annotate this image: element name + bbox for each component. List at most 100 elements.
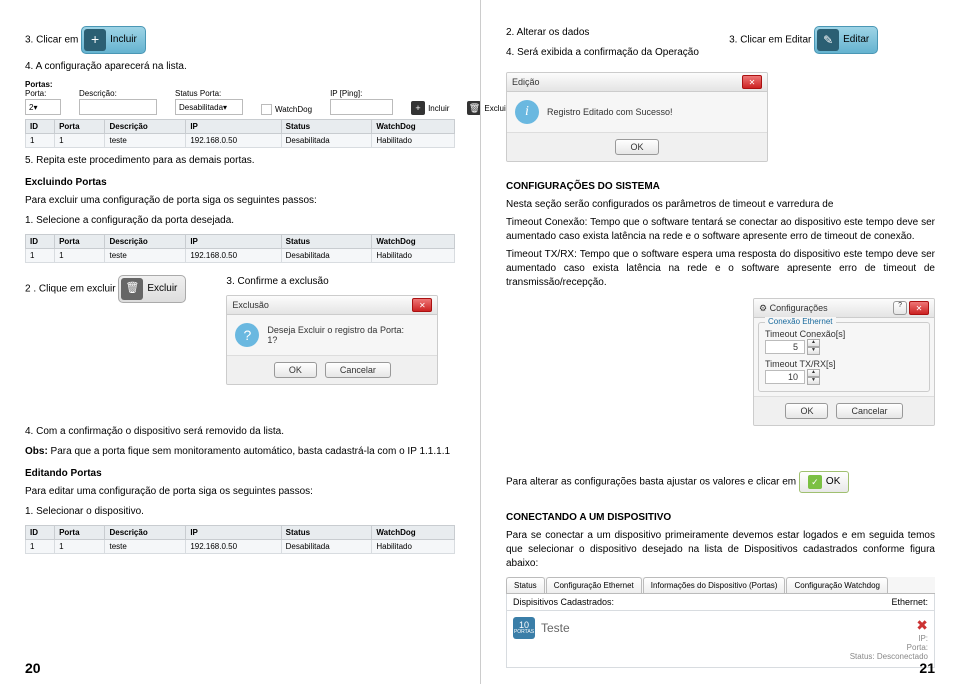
timeout-conn-stepper[interactable]: 5 ▲▼ <box>765 339 923 355</box>
descricao-input[interactable] <box>79 99 157 115</box>
col-porta: Porta <box>55 120 105 134</box>
dialog-text: Registro Editado com Sucesso! <box>547 107 673 117</box>
portas-table-1: ID Porta Descrição IP Status WatchDog 1 … <box>25 119 455 148</box>
step-4-conf-op: 4. Será exibida a confirmação da Operaçã… <box>506 46 712 60</box>
chevron-down-icon[interactable]: ▼ <box>807 347 820 355</box>
col-id: ID <box>26 120 55 134</box>
close-icon[interactable]: ✕ <box>742 75 762 89</box>
device-row[interactable]: 10PORTAS Teste ✖ IP: Porta: Status: Desc… <box>506 611 935 668</box>
obs-text: Para que a porta fique sem monitoramento… <box>48 446 450 457</box>
ethernet-label: Ethernet: <box>891 597 928 607</box>
step-3-click-editar: 3. Clicar em Editar ✎ Editar <box>729 26 935 54</box>
alterar-text: Para alterar as configurações basta ajus… <box>506 471 935 493</box>
page-left: 3. Clicar em + Incluir 4. A configuração… <box>0 0 480 684</box>
incluir-button[interactable]: + Incluir <box>81 26 146 54</box>
portas-form-figure: Portas: Porta: 2 ▾ Descrição: Status Por… <box>25 80 455 148</box>
disconnected-icon: ✖ <box>850 617 928 634</box>
step-4-removed: 4. Com a confirmação o dispositivo será … <box>25 425 455 439</box>
step-3-click-incluir: 3. Clicar em + Incluir <box>25 26 455 54</box>
step-1-select: 1. Selecione a configuração da porta des… <box>25 214 455 228</box>
ok-button[interactable]: OK <box>615 139 658 155</box>
col-ip: IP <box>186 120 281 134</box>
page-number: 20 <box>25 660 41 676</box>
dialog-title: Exclusão <box>232 300 269 310</box>
cfg-intro: Nesta seção serão configurados os parâme… <box>506 198 935 212</box>
excluindo-text: Para excluir uma configuração de porta s… <box>25 194 455 208</box>
question-icon: ? <box>235 323 259 347</box>
cancel-button[interactable]: Cancelar <box>325 362 391 378</box>
page-spread: 3. Clicar em + Incluir 4. A configuração… <box>0 0 960 684</box>
obs-label: Obs: <box>25 446 48 457</box>
table-row[interactable]: 11teste 192.168.0.50DesabilitadaHabilita… <box>26 249 455 263</box>
editando-text: Para editar uma configuração de porta si… <box>25 485 455 499</box>
tab-cfg-eth[interactable]: Configuração Ethernet <box>546 577 642 593</box>
chevron-down-icon[interactable]: ▼ <box>807 377 820 385</box>
col-wd: WatchDog <box>372 120 455 134</box>
window-title: ⚙ Configurações <box>759 303 828 314</box>
close-icon[interactable]: ✕ <box>412 298 432 312</box>
col-desc: Descrição <box>105 120 186 134</box>
porta-field: Porta: 2 ▾ <box>25 89 61 115</box>
tab-info[interactable]: Informações do Dispositivo (Portas) <box>643 577 786 593</box>
conn-title: CONECTANDO A UM DISPOSITIVO <box>506 511 935 525</box>
watchdog-check[interactable]: WatchDog <box>261 104 312 115</box>
status-porta-field: Status Porta: Desabilitada ▾ <box>175 89 243 115</box>
ok-button[interactable]: OK <box>785 403 828 419</box>
device-name: Teste <box>541 621 570 635</box>
dialog-text: Deseja Excluir o registro da Porta: 1? <box>267 325 404 345</box>
help-icon[interactable]: ? <box>893 301 907 315</box>
editar-button[interactable]: ✎ Editar <box>814 26 878 54</box>
check-icon: ✓ <box>808 475 822 489</box>
ok-green-button[interactable]: ✓ OK <box>799 471 849 493</box>
col-status: Status <box>281 120 372 134</box>
chevron-up-icon[interactable]: ▲ <box>807 369 820 377</box>
step3-text: 3. Clicar em <box>25 35 78 46</box>
step-3-confirm: 3. Confirme a exclusão <box>226 275 455 289</box>
ip-input[interactable] <box>330 99 393 115</box>
label-timeout-conn: Timeout Conexão[s] <box>765 329 923 339</box>
form-incluir-button[interactable]: +Incluir <box>411 101 449 115</box>
excluir-button[interactable]: 🗑 Excluir <box>118 275 186 303</box>
portas-table-3: IDPortaDescrição IPStatusWatchDog 11test… <box>25 525 455 554</box>
portas-table-2-figure: ID Porta Descrição IP Status WatchDog 11… <box>25 234 455 263</box>
exclusao-dialog: Exclusão ✕ ? Deseja Excluir o registro d… <box>226 295 438 385</box>
cfg-timeout-conn: Timeout Conexão: Tempo que o software te… <box>506 216 935 244</box>
timeout-txrx-stepper[interactable]: 10 ▲▼ <box>765 369 923 385</box>
tab-cfg-wd[interactable]: Configuração Watchdog <box>786 577 888 593</box>
conn-text: Para se conectar a um dispositivo primei… <box>506 529 935 571</box>
ip-field: IP [Ping]: <box>330 89 393 115</box>
info-icon: i <box>515 100 539 124</box>
obs-line: Obs: Para que a porta fique sem monitora… <box>25 445 455 459</box>
cfg-timeout-txrx: Timeout TX/RX: Tempo que o software espe… <box>506 248 935 290</box>
label-timeout-txrx: Timeout TX/RX[s] <box>765 359 923 369</box>
table-row[interactable]: 1 1 teste 192.168.0.50 Desabilitada Habi… <box>26 134 455 148</box>
cfg-title: CONFIGURAÇÕES DO SISTEMA <box>506 180 935 194</box>
page-number: 21 <box>919 660 935 676</box>
checkbox-icon <box>261 104 272 115</box>
editando-title: Editando Portas <box>25 467 455 481</box>
step-4-config: 4. A configuração aparecerá na lista. <box>25 60 455 74</box>
step-1-edit-select: 1. Selecionar o dispositivo. <box>25 505 455 519</box>
chevron-up-icon[interactable]: ▲ <box>807 339 820 347</box>
tabs-bar: Status Configuração Ethernet Informações… <box>506 577 935 594</box>
trash-icon: 🗑 <box>121 278 143 300</box>
cancel-button[interactable]: Cancelar <box>836 403 902 419</box>
edit-icon: ✎ <box>817 29 839 51</box>
table-row[interactable]: 11teste 192.168.0.50DesabilitadaHabilita… <box>26 540 455 554</box>
device-window-figure: Status Configuração Ethernet Informações… <box>506 577 935 668</box>
dialog-title: Edição <box>512 77 540 87</box>
portas-title: Portas: <box>25 80 455 89</box>
conn-ethernet-group: Conexão Ethernet Timeout Conexão[s] 5 ▲▼… <box>758 322 930 392</box>
status-select[interactable]: Desabilitada ▾ <box>175 99 243 115</box>
tab-status[interactable]: Status <box>506 577 545 593</box>
portas-table-2: ID Porta Descrição IP Status WatchDog 11… <box>25 234 455 263</box>
plus-icon: + <box>411 101 425 115</box>
ok-button[interactable]: OK <box>274 362 317 378</box>
incluir-label: Incluir <box>110 33 137 47</box>
close-icon[interactable]: ✕ <box>909 301 929 315</box>
step-5-repeat: 5. Repita este procedimento para as dema… <box>25 154 455 168</box>
page-right: 2. Alterar os dados 4. Será exibida a co… <box>480 0 960 684</box>
porta-select[interactable]: 2 ▾ <box>25 99 61 115</box>
edicao-dialog: Edição ✕ i Registro Editado com Sucesso!… <box>506 72 768 162</box>
step-2-click-excluir: 2 . Clique em excluir 🗑 Excluir <box>25 275 186 303</box>
